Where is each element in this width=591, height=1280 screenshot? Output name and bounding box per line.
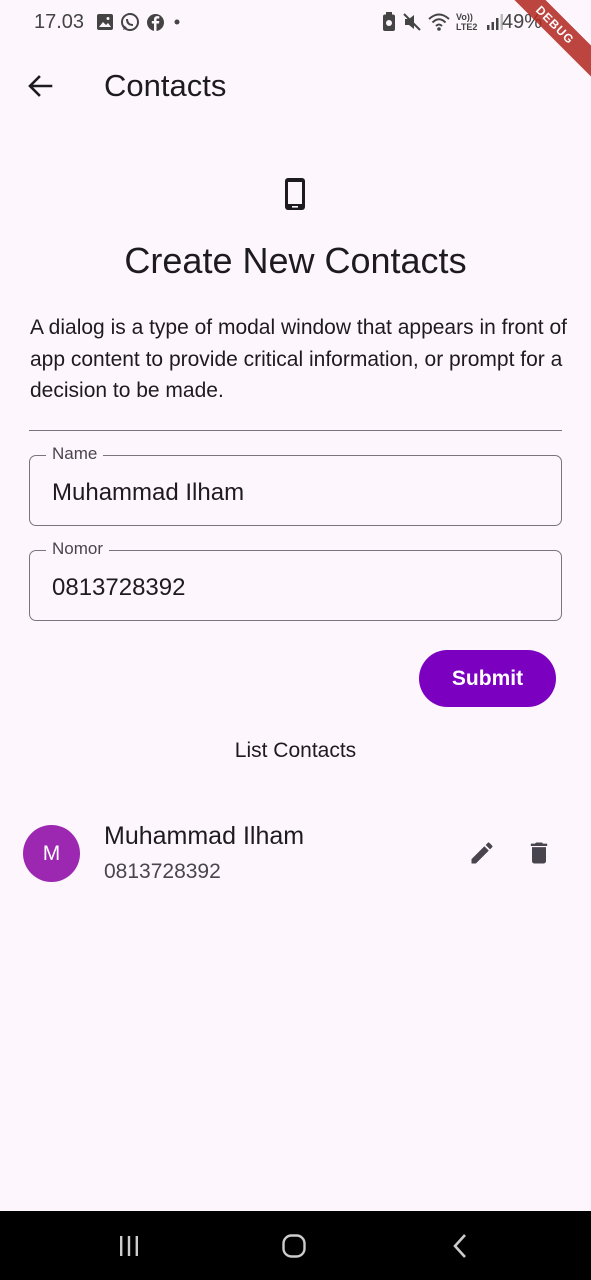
status-left-icons <box>96 12 183 32</box>
name-field-value: Muhammad Ilham <box>52 479 245 506</box>
name-field[interactable]: Name Muhammad Ilham <box>29 444 562 526</box>
page-title: Contacts <box>104 68 227 103</box>
dialog-title: Create New Contacts <box>124 240 467 281</box>
avatar: M <box>23 825 80 882</box>
contact-name: Muhammad Ilham <box>104 822 305 850</box>
status-time: 17.03 <box>34 11 85 33</box>
back-icon <box>453 1234 466 1258</box>
nomor-field-label: Nomor <box>46 539 110 559</box>
edit-button[interactable] <box>461 832 503 874</box>
wifi-icon <box>428 13 450 31</box>
home-button[interactable] <box>274 1231 314 1261</box>
mute-icon <box>403 13 421 31</box>
system-nav-bar <box>0 1211 591 1280</box>
nomor-field-value: 0813728392 <box>52 574 186 601</box>
status-right-icons: Vo)) LTE2 <box>382 12 504 32</box>
edit-icon <box>471 842 493 864</box>
nomor-field[interactable]: Nomor 0813728392 <box>29 539 562 621</box>
gallery-icon <box>97 14 113 30</box>
contact-phone: 0813728392 <box>104 860 221 883</box>
arrow-back-icon <box>28 75 53 97</box>
home-icon <box>282 1234 306 1258</box>
delete-button[interactable] <box>518 832 560 874</box>
recents-button[interactable] <box>109 1231 149 1261</box>
volte-icon: Vo)) LTE2 <box>456 12 478 32</box>
name-field-label: Name <box>46 444 104 464</box>
dialog-description: A dialog is a type of modal window that … <box>30 316 567 402</box>
nav-back-button[interactable] <box>440 1231 480 1261</box>
facebook-icon <box>147 13 164 31</box>
dot-icon <box>174 19 180 25</box>
battery-saver-icon <box>383 12 395 31</box>
list-item: M Muhammad Ilham 0813728392 <box>0 808 591 900</box>
whatsapp-icon <box>121 13 139 31</box>
divider <box>29 430 562 431</box>
back-button[interactable] <box>18 64 62 108</box>
list-title: List Contacts <box>234 739 357 762</box>
app-bar: Contacts <box>0 50 591 122</box>
recents-icon <box>120 1236 138 1256</box>
smartphone-icon <box>285 178 305 210</box>
delete-icon <box>530 842 548 864</box>
status-bar: 17.03 Vo)) LTE2 49% DEBUG <box>0 0 591 83</box>
submit-button[interactable]: Submit <box>419 650 556 707</box>
